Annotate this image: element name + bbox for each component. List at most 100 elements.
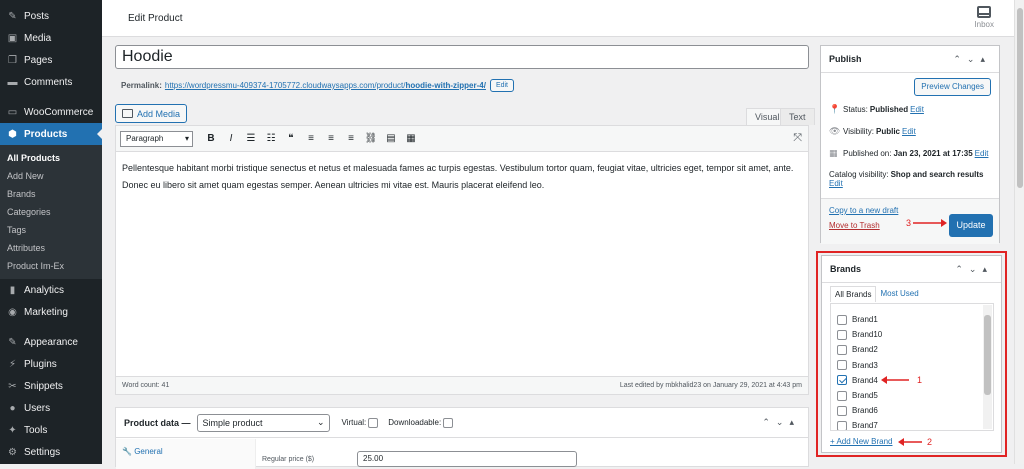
sidebar-item-woocommerce[interactable]: ▭ WooCommerce [0, 101, 102, 123]
submenu-attributes[interactable]: Attributes [0, 239, 102, 257]
more-tag-icon[interactable]: ▤ [381, 130, 401, 148]
italic-icon[interactable]: I [221, 130, 241, 148]
preview-changes-button[interactable]: Preview Changes [914, 78, 991, 96]
status-edit-link[interactable]: Edit [910, 105, 924, 114]
annotation-number: 1 [917, 375, 923, 385]
brand-item[interactable]: Brand1 [837, 312, 987, 327]
brand-checkbox[interactable] [837, 314, 847, 325]
sidebar-item-marketing[interactable]: ◉ Marketing [0, 301, 102, 323]
sidebar-item-pages[interactable]: ❐ Pages [0, 49, 102, 71]
fullscreen-icon[interactable]: ⤧ [793, 132, 802, 145]
tab-most-used[interactable]: Most Used [876, 286, 922, 302]
submenu-tags[interactable]: Tags [0, 221, 102, 239]
product-data-label: Product data — [124, 417, 191, 428]
tab-text[interactable]: Text [780, 108, 815, 125]
tab-all-brands[interactable]: All Brands [830, 286, 877, 302]
brand-checkbox[interactable] [837, 375, 847, 386]
copy-to-draft-link[interactable]: Copy to a new draft [829, 206, 898, 215]
product-type-value: Simple product [202, 417, 263, 428]
toolbar-toggle-icon[interactable]: ▦ [401, 130, 421, 148]
brand-item[interactable]: Brand6 [837, 403, 987, 418]
align-left-icon[interactable]: ≡ [301, 130, 321, 148]
sidebar-item-label: Media [24, 32, 52, 44]
brand-checkbox[interactable] [837, 420, 847, 430]
brand-checkbox[interactable] [837, 360, 847, 371]
virtual-label: Virtual: [341, 417, 367, 427]
brand-item[interactable]: Brand7 [837, 418, 987, 430]
published-on-label: Published on: [843, 149, 892, 158]
published-on-edit-link[interactable]: Edit [975, 149, 989, 158]
editor-toolbar: Paragraph ▾ B I ☰ ☷ ❝ ≡ ≡ ≡ ⛓ ▤ ▦ ⤧ [116, 126, 808, 152]
sidebar-item-appearance[interactable]: ✎ Appearance [0, 331, 102, 353]
scrollbar-thumb[interactable] [1017, 8, 1023, 188]
sidebar-item-analytics[interactable]: ▮ Analytics [0, 279, 102, 301]
product-title-input[interactable]: Hoodie [115, 45, 809, 69]
product-type-select[interactable]: Simple product ⌄ [196, 413, 330, 432]
inbox-button[interactable]: Inbox [974, 6, 994, 29]
brand-checkbox[interactable] [837, 405, 847, 416]
submenu-brands[interactable]: Brands [0, 185, 102, 203]
bold-icon[interactable]: B [201, 130, 221, 148]
downloadable-checkbox[interactable] [443, 417, 454, 428]
scrollbar-thumb[interactable] [984, 315, 991, 395]
submenu-product-im-ex[interactable]: Product Im-Ex [0, 257, 102, 275]
virtual-checkbox[interactable] [368, 417, 379, 428]
analytics-icon: ▮ [9, 284, 16, 296]
brand-checkbox[interactable] [837, 344, 847, 355]
move-to-trash-link[interactable]: Move to Trash [829, 221, 880, 230]
align-center-icon[interactable]: ≡ [321, 130, 341, 148]
add-new-brand-link[interactable]: + Add New Brand [830, 437, 892, 446]
sidebar-item-label: Pages [24, 54, 53, 66]
align-right-icon[interactable]: ≡ [341, 130, 361, 148]
sidebar-item-snippets[interactable]: ✂ Snippets [0, 375, 102, 397]
tab-general[interactable]: General [134, 447, 162, 456]
bullet-list-icon[interactable]: ☰ [241, 130, 261, 148]
permalink-link[interactable]: https://wordpressmu-409374-1705772.cloud… [165, 81, 486, 90]
permalink-edit-button[interactable]: Edit [489, 79, 514, 92]
brand-list-scrollbar[interactable] [983, 305, 992, 429]
numbered-list-icon[interactable]: ☷ [261, 130, 281, 148]
brand-label: Brand5 [852, 391, 878, 401]
visibility-edit-link[interactable]: Edit [902, 127, 916, 136]
users-icon: ● [9, 402, 16, 414]
sidebar-item-users[interactable]: ● Users [0, 397, 102, 419]
editor-content[interactable]: Pellentesque habitant morbi tristique se… [116, 152, 808, 202]
product-data-header: Product data — Simple product ⌄ Virtual: … [116, 408, 808, 438]
chevron-down-icon: ▾ [184, 134, 189, 143]
sidebar-item-label: Plugins [24, 358, 57, 370]
brand-checkbox[interactable] [837, 390, 847, 401]
visibility-value: Public [875, 127, 900, 136]
brand-checkbox[interactable] [837, 329, 847, 340]
add-media-button[interactable]: Add Media [115, 104, 188, 123]
sidebar-item-media[interactable]: ▣ Media [0, 27, 102, 49]
brand-item[interactable]: Brand3 [837, 358, 987, 373]
publish-header: Publish ⌃⌄▴ [821, 46, 999, 73]
annotation-2: 2 [898, 437, 932, 447]
submenu-categories[interactable]: Categories [0, 203, 102, 221]
regular-price-input[interactable]: 25.00 [357, 451, 577, 467]
sidebar-item-comments[interactable]: ▬ Comments [0, 71, 102, 93]
link-icon[interactable]: ⛓ [361, 130, 381, 148]
format-select[interactable]: Paragraph ▾ [120, 130, 193, 147]
snippets-icon: ✂ [8, 380, 17, 392]
catalog-edit-link[interactable]: Edit [829, 179, 843, 188]
sidebar-item-tools[interactable]: ✦ Tools [0, 419, 102, 441]
brand-item[interactable]: Brand10 [837, 327, 987, 342]
sidebar-item-label: Analytics [24, 284, 65, 296]
brand-item[interactable]: Brand2 [837, 342, 987, 357]
brand-label: Brand1 [852, 315, 878, 325]
sidebar-item-posts[interactable]: ✎ Posts [0, 5, 102, 27]
sidebar-item-settings[interactable]: ⚙ Settings [0, 441, 102, 463]
publish-box-arrows[interactable]: ⌃⌄▴ [953, 54, 991, 65]
blockquote-icon[interactable]: ❝ [281, 130, 301, 148]
brands-box-arrows[interactable]: ⌃⌄▴ [955, 264, 993, 275]
product-data-arrows[interactable]: ⌃⌄▴ [762, 417, 800, 428]
sidebar-item-plugins[interactable]: ⚡ Plugins [0, 353, 102, 375]
update-button[interactable]: Update [949, 214, 993, 237]
sidebar-item-label: Settings [24, 446, 61, 458]
brand-item[interactable]: Brand5 [837, 388, 987, 403]
submenu-all-products[interactable]: All Products [0, 149, 102, 167]
submenu-add-new[interactable]: Add New [0, 167, 102, 185]
page-scrollbar[interactable] [1014, 0, 1024, 464]
sidebar-item-products[interactable]: ⬢ Products [0, 123, 102, 145]
